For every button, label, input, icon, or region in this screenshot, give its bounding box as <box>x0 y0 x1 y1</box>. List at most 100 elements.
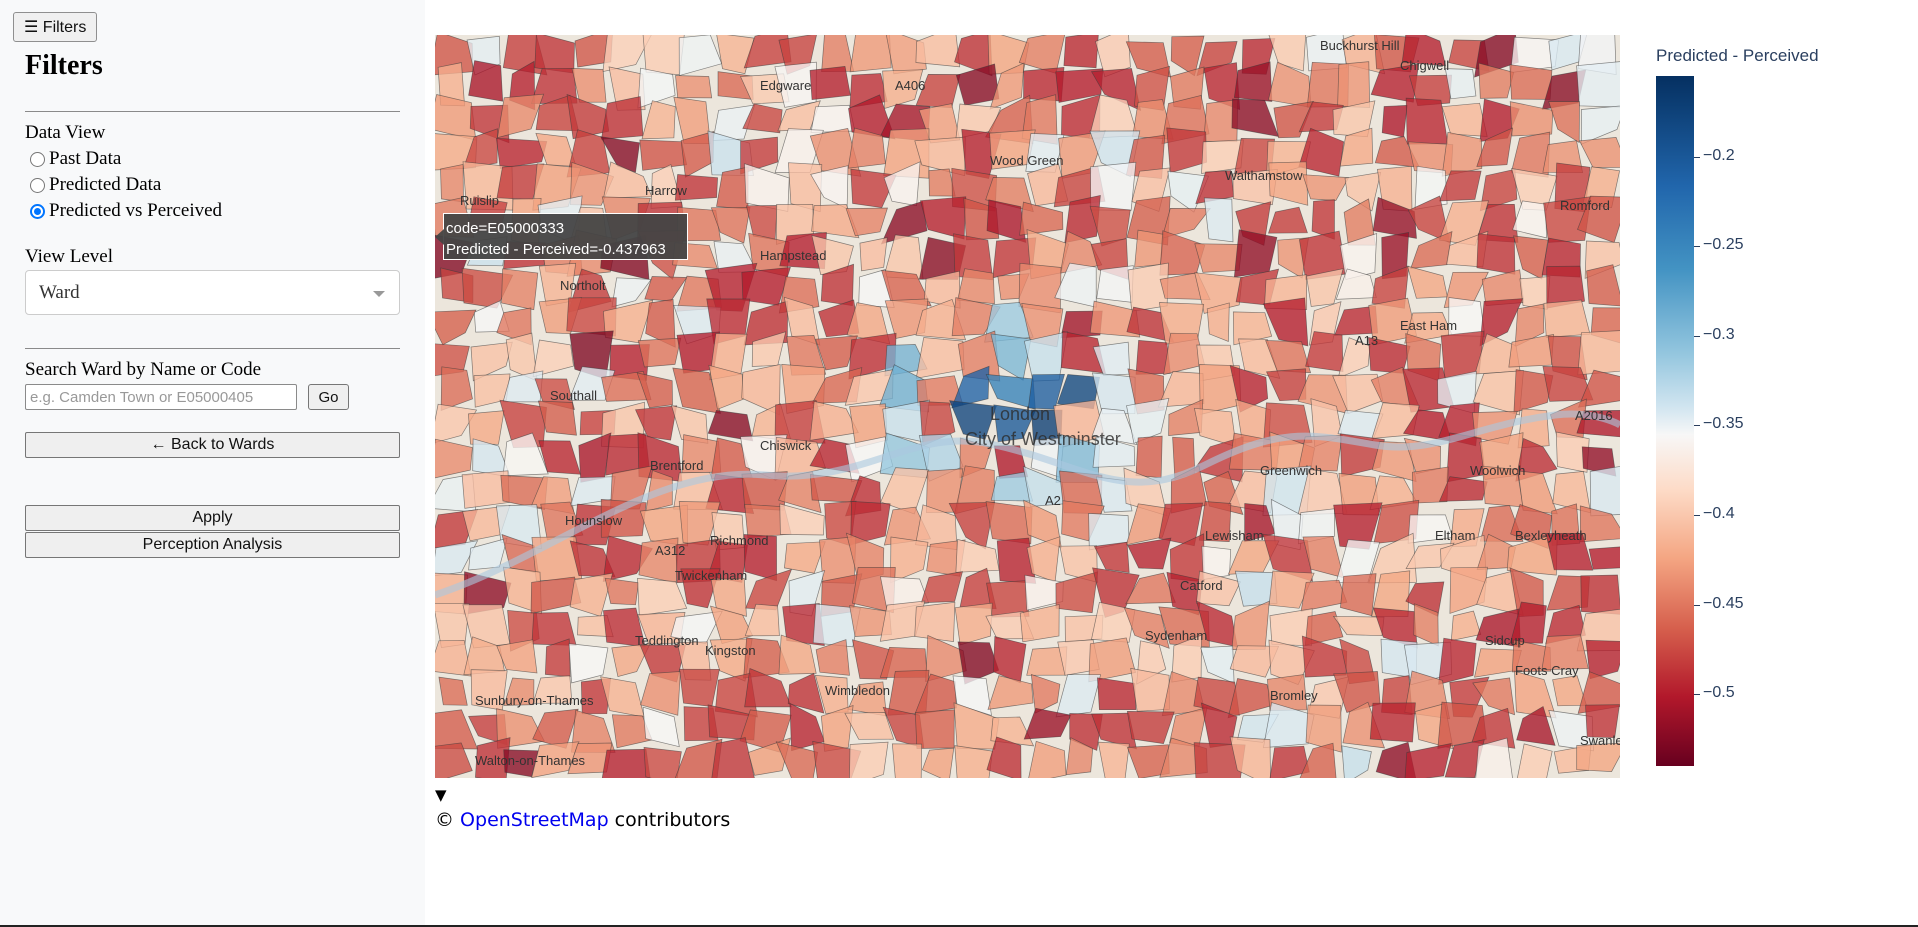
map-place-label: Bexleyheath <box>1515 528 1587 543</box>
ward-polygon[interactable] <box>601 748 651 778</box>
ward-polygon[interactable] <box>1369 702 1416 743</box>
ward-polygon[interactable] <box>1441 131 1483 177</box>
ward-polygon[interactable] <box>891 743 923 778</box>
divider <box>25 348 400 349</box>
colorbar <box>1656 76 1694 766</box>
map-place-label: A2016 <box>1575 408 1613 423</box>
ward-polygon[interactable] <box>849 35 892 73</box>
map-place-label: Richmond <box>710 533 769 548</box>
map-place-label: East Ham <box>1400 318 1457 333</box>
ward-polygon[interactable] <box>1134 229 1165 268</box>
ward-polygon[interactable] <box>809 66 851 100</box>
colorbar-tick <box>1694 604 1700 606</box>
colorbar-tick-label: −0.35 <box>1703 415 1744 433</box>
map-place-label: A2 <box>1045 493 1061 508</box>
radio-predicted-vs-perceived[interactable]: Predicted vs Perceived <box>30 200 222 222</box>
apply-button[interactable]: Apply <box>25 505 400 531</box>
map-place-label: Southall <box>550 388 597 403</box>
ward-polygon[interactable] <box>1203 197 1234 243</box>
map-place-label: Sunbury-on-Thames <box>475 693 594 708</box>
ward-polygon[interactable] <box>1580 574 1620 615</box>
view-level-dropdown[interactable]: Ward <box>25 270 400 315</box>
map-place-label: Woolwich <box>1470 463 1525 478</box>
ward-polygon[interactable] <box>849 741 889 778</box>
ward-polygon[interactable] <box>1444 68 1477 100</box>
map-place-label: Sydenham <box>1145 628 1207 643</box>
radio-button[interactable] <box>30 151 45 167</box>
map-place-label: Foots Cray <box>1515 663 1579 678</box>
choropleth-map[interactable]: Buckhurst Hill Chigwell Edgware Ruislip Nort… <box>435 35 1620 778</box>
map-place-label: Edgware <box>760 78 811 93</box>
map-place-label: Harrow <box>645 183 688 198</box>
map-place-label: Wood Green <box>990 153 1063 168</box>
ward-polygon[interactable] <box>1097 677 1137 711</box>
map-place-label: A13 <box>1355 333 1378 348</box>
map-place-label: Catford <box>1180 578 1223 593</box>
map-place-label: Swanley <box>1580 733 1620 748</box>
map-place-label: Chigwell <box>1400 58 1449 73</box>
map-place-label: Eltham <box>1435 528 1475 543</box>
map-place-label: Chiswick <box>760 438 812 453</box>
colorbar-tick <box>1694 425 1700 427</box>
ward-polygon[interactable] <box>468 60 504 102</box>
ward-polygon[interactable] <box>1576 61 1620 108</box>
ward-polygon[interactable] <box>643 747 682 778</box>
ward-polygon[interactable] <box>675 75 713 99</box>
ward-polygons[interactable]: Buckhurst HillChigwell Edgware Ruislip Nort… <box>435 35 1620 778</box>
ward-polygon[interactable] <box>1577 330 1620 376</box>
ward-polygon[interactable] <box>914 601 956 642</box>
copyright-symbol: © <box>435 809 454 831</box>
collapse-triangle-icon[interactable]: ▼ <box>435 786 447 804</box>
openstreetmap-link[interactable]: OpenStreetMap <box>460 809 609 831</box>
ward-polygon[interactable] <box>914 709 955 749</box>
ward-polygon[interactable] <box>501 268 539 311</box>
map-place-label: Lewisham <box>1205 528 1264 543</box>
ward-polygon[interactable] <box>637 337 682 368</box>
ward-polygon[interactable] <box>954 745 993 778</box>
map-place-label: London <box>990 404 1050 424</box>
ward-polygon[interactable] <box>1588 546 1620 570</box>
sidebar-title: Filters <box>25 50 103 81</box>
radio-past-data[interactable]: Past Data <box>30 148 121 170</box>
colorbar-title: Predicted - Perceived <box>1656 46 1819 65</box>
ward-polygon[interactable] <box>1509 64 1553 100</box>
ward-polygon[interactable] <box>1543 299 1591 338</box>
map-place-label: Buckhurst Hill <box>1320 38 1400 53</box>
ward-polygon[interactable] <box>1405 97 1449 145</box>
map-attribution: © OpenStreetMap contributors <box>435 809 730 831</box>
perception-analysis-button[interactable]: Perception Analysis <box>25 532 400 558</box>
search-input[interactable]: e.g. Camden Town or E05000405 <box>25 384 297 410</box>
map-place-label: Romford <box>1560 198 1610 213</box>
ward-polygon[interactable] <box>1476 233 1516 275</box>
ward-polygon[interactable] <box>1130 667 1170 712</box>
ward-polygon[interactable] <box>1063 35 1099 69</box>
colorbar-tick <box>1694 515 1700 517</box>
ward-polygon[interactable] <box>915 35 961 68</box>
radio-predicted-data[interactable]: Predicted Data <box>30 174 161 196</box>
go-button[interactable]: Go <box>308 384 349 410</box>
ward-polygon[interactable] <box>859 237 888 272</box>
map-place-label: Hampstead <box>760 248 826 263</box>
ward-polygon[interactable] <box>1337 61 1371 108</box>
data-view-label: Data View <box>25 122 106 143</box>
tooltip-value: Predicted - Perceived=-0.437963 <box>446 241 666 258</box>
ward-polygon[interactable] <box>642 35 685 76</box>
map-place-label: Sidcup <box>1485 633 1525 648</box>
filters-toggle-button[interactable]: ☰ Filters <box>13 12 98 42</box>
map-place-label: Bromley <box>1270 688 1318 703</box>
ward-polygon[interactable] <box>639 139 688 171</box>
back-to-wards-button[interactable]: ← Back to Wards <box>25 432 400 458</box>
map-place-label: Twickenham <box>675 568 747 583</box>
ward-polygon[interactable] <box>810 104 856 133</box>
ward-polygon[interactable] <box>604 577 639 606</box>
radio-label: Predicted Data <box>49 174 162 195</box>
radio-button-selected[interactable] <box>30 203 45 219</box>
radio-label: Predicted vs Perceived <box>49 200 223 221</box>
ward-polygon[interactable] <box>1589 466 1620 517</box>
radio-button[interactable] <box>30 177 45 193</box>
ward-polygon[interactable] <box>1381 105 1408 138</box>
map-place-label: Greenwich <box>1260 463 1322 478</box>
map-place-label: Hounslow <box>565 513 623 528</box>
view-level-value: Ward <box>39 281 80 303</box>
ward-polygon[interactable] <box>1135 435 1163 479</box>
